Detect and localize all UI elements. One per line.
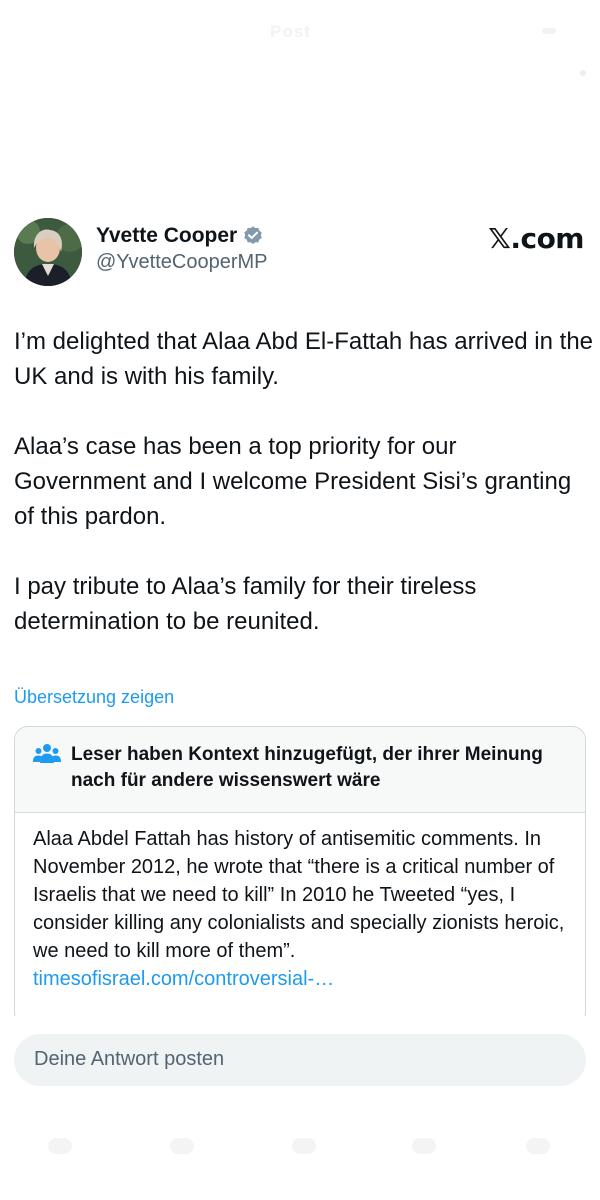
tweet-paragraph: I’m delighted that Alaa Abd El-Fattah ha… (14, 328, 594, 390)
reply-input[interactable]: Deine Antwort posten (14, 1034, 586, 1086)
reply-placeholder: Deine Antwort posten (34, 1048, 225, 1070)
faded-icon (580, 70, 586, 76)
community-note-link[interactable]: timesofisrael.com/controversial-… (33, 965, 567, 993)
tweet-paragraph: I pay tribute to Alaa’s family for their… (14, 573, 477, 635)
tweet-text: I’m delighted that Alaa Abd El-Fattah ha… (14, 324, 594, 639)
faded-top-bar: Post (0, 22, 600, 76)
community-note-header: Leser haben Kontext hinzugefügt, der ihr… (15, 727, 585, 813)
faded-repost-icon (170, 1138, 194, 1154)
faded-bottom-bar (0, 1126, 600, 1166)
faded-like-icon (292, 1138, 316, 1154)
author-name[interactable]: Yvette Cooper (96, 224, 237, 248)
faded-share-icon (526, 1138, 550, 1154)
reply-area: Deine Antwort posten (0, 1016, 600, 1200)
avatar[interactable] (14, 218, 82, 286)
people-icon (33, 744, 61, 763)
community-note-body: Alaa Abdel Fattah has history of antisem… (15, 813, 585, 993)
faded-bookmark-icon (412, 1138, 436, 1154)
verified-badge-icon (244, 226, 262, 244)
faded-icon (542, 28, 556, 34)
faded-title: Post (270, 22, 311, 41)
community-note: Leser haben Kontext hinzugefügt, der ihr… (14, 726, 586, 1026)
author-handle[interactable]: @YvetteCooperMP (96, 251, 268, 274)
show-translation-link[interactable]: Übersetzung zeigen (14, 687, 174, 708)
community-note-text: Alaa Abdel Fattah has history of antisem… (33, 828, 565, 962)
tweet-header: Yvette Cooper @YvetteCooperMP 𝕏.com (14, 218, 586, 288)
faded-reply-icon (48, 1138, 72, 1154)
author-block: Yvette Cooper @YvetteCooperMP (96, 224, 268, 274)
community-note-title: Leser haben Kontext hinzugefügt, der ihr… (71, 744, 543, 791)
x-logo: 𝕏.com (488, 222, 584, 255)
tweet-paragraph: Alaa’s case has been a top priority for … (14, 433, 572, 530)
